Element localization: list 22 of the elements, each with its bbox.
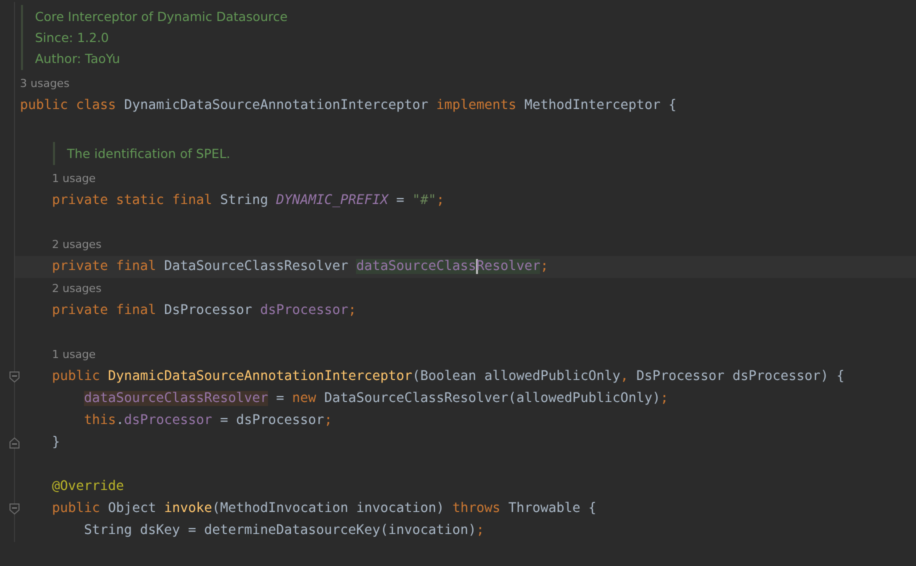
doc-text: Core Interceptor of Dynamic Datasource [35,8,288,26]
doc-text: The identification of SPEL. [67,145,230,163]
fold-icon[interactable] [9,503,20,515]
code-line: private static final String DYNAMIC_PREFIX = "#"; [52,192,444,210]
code-line: public Object invoke(MethodInvocation invocation) throws Throwable { [52,500,596,518]
doc-tag: Author: TaoYu [35,48,288,69]
code-line: } [52,434,60,452]
usages-hint[interactable]: 1 usage [52,168,96,190]
code-line: private final DsProcessor dsProcessor; [52,302,356,320]
usages-hint[interactable]: 1 usage [52,344,96,366]
code-line: this.dsProcessor = dsProcessor; [84,412,332,430]
code-line: public class DynamicDataSourceAnnotationInterceptor implements MethodInterceptor { [20,97,676,115]
code-line: public DynamicDataSourceAnnotationInterceptor(Boolean allowedPublicOnly, DsProcessor dsProcessor) { [52,368,845,386]
usages-hint[interactable]: 3 usages [20,73,70,95]
fold-icon[interactable] [9,371,20,383]
usages-hint[interactable]: 2 usages [52,234,102,256]
code-line: dataSourceClassResolver = new DataSourceClassResolver(allowedPublicOnly); [84,390,668,408]
code-line: String dsKey = determineDatasourceKey(invocation); [84,522,484,540]
usages-hint[interactable]: 2 usages [52,278,102,300]
doc-tag: Since: 1.2.0 [35,27,288,48]
code-line: @Override [52,478,124,496]
fold-icon[interactable] [9,437,20,449]
